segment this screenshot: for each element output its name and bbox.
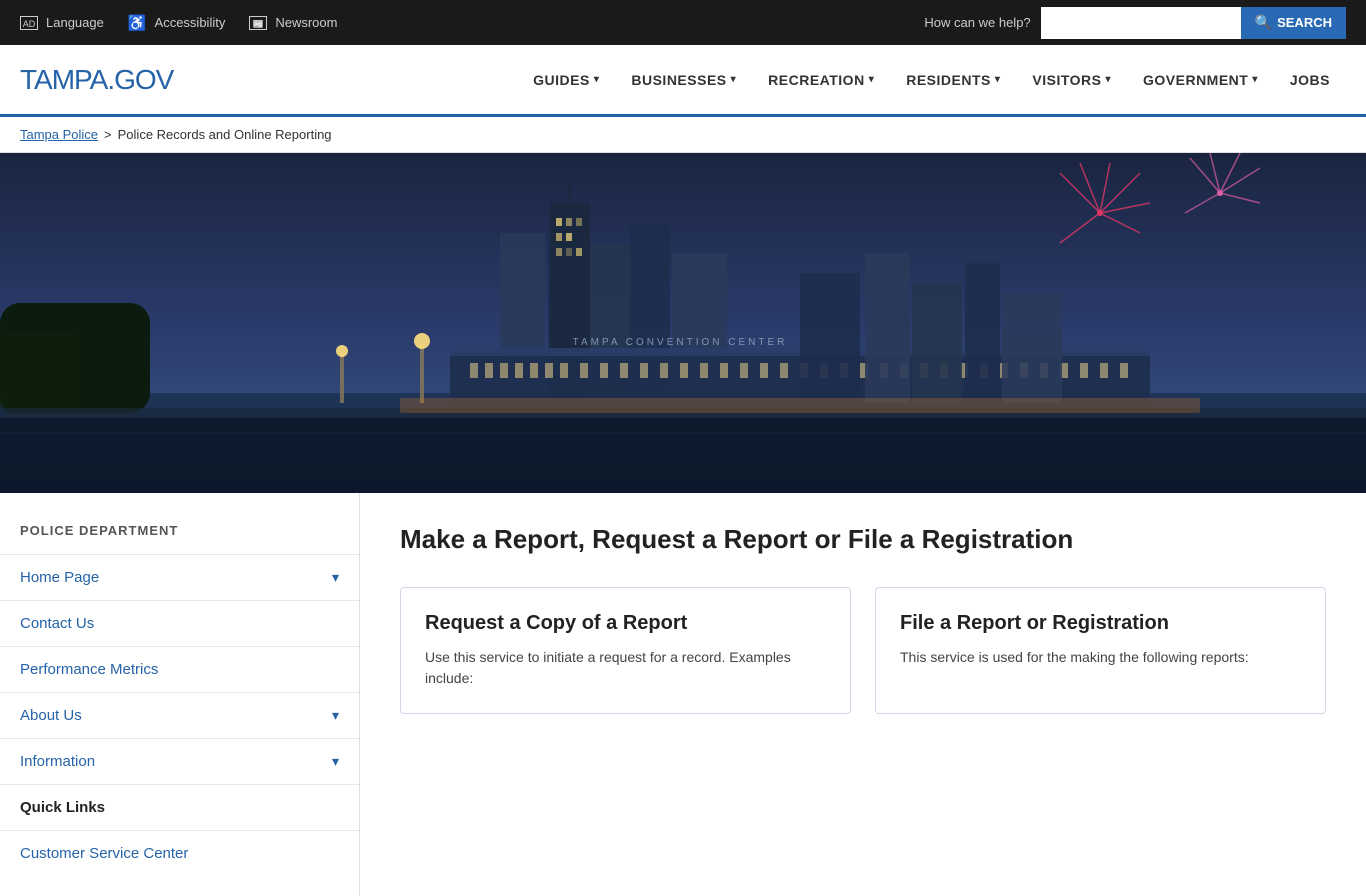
- logo-sub: .GOV: [107, 64, 173, 95]
- top-search-button[interactable]: 🔍 SEARCH: [1241, 7, 1346, 39]
- nav-recreation-label: RECREATION: [768, 72, 865, 88]
- cards-row: Request a Copy of a Report Use this serv…: [400, 587, 1326, 714]
- sidebar-item-aboutus[interactable]: About Us ▾: [0, 692, 359, 738]
- card-request-copy-title: Request a Copy of a Report: [425, 612, 826, 635]
- language-link[interactable]: AD Language: [20, 15, 104, 30]
- nav-jobs[interactable]: JOBS: [1274, 44, 1346, 116]
- page-title: Make a Report, Request a Report or File …: [400, 523, 1326, 557]
- newsroom-label: Newsroom: [275, 15, 337, 30]
- card-request-copy-text: Use this service to initiate a request f…: [425, 647, 826, 689]
- recreation-caret-icon: ▾: [869, 74, 875, 85]
- residents-caret-icon: ▾: [995, 74, 1001, 85]
- sidebar-title: POLICE DEPARTMENT: [0, 513, 359, 554]
- aboutus-caret-icon: ▾: [332, 707, 339, 724]
- search-icon: 🔍: [1255, 14, 1272, 31]
- businesses-caret-icon: ▾: [731, 74, 737, 85]
- sidebar-item-information-label: Information: [20, 753, 95, 770]
- sidebar-item-quicklinks-label: Quick Links: [20, 799, 105, 816]
- search-prompt-label: How can we help?: [924, 15, 1030, 30]
- top-bar-right: How can we help? 🔍 SEARCH: [924, 7, 1346, 39]
- newsroom-link[interactable]: 📰 Newsroom: [249, 15, 337, 30]
- breadcrumb: Tampa Police > Police Records and Online…: [0, 117, 1366, 153]
- breadcrumb-parent[interactable]: Tampa Police: [20, 127, 98, 142]
- sidebar-item-quicklinks[interactable]: Quick Links: [0, 784, 359, 830]
- main-content: Make a Report, Request a Report or File …: [360, 493, 1366, 896]
- nav-recreation[interactable]: RECREATION ▾: [752, 44, 890, 116]
- nav-visitors-label: VISITORS: [1032, 72, 1101, 88]
- accessibility-label: Accessibility: [155, 15, 226, 30]
- sidebar-item-information[interactable]: Information ▾: [0, 738, 359, 784]
- nav-guides[interactable]: GUIDES ▾: [517, 44, 615, 116]
- nav-residents-label: RESIDENTS: [906, 72, 991, 88]
- information-caret-icon: ▾: [332, 753, 339, 770]
- sidebar-item-homepage-label: Home Page: [20, 569, 99, 586]
- card-file-report: File a Report or Registration This servi…: [875, 587, 1326, 714]
- language-label: Language: [46, 15, 104, 30]
- visitors-caret-icon: ▾: [1105, 74, 1111, 85]
- sidebar-item-homepage[interactable]: Home Page ▾: [0, 554, 359, 600]
- homepage-caret-icon: ▾: [332, 569, 339, 586]
- nav-jobs-label: JOBS: [1290, 72, 1330, 88]
- nav-guides-label: GUIDES: [533, 72, 590, 88]
- sidebar-item-contactus[interactable]: Contact Us: [0, 600, 359, 646]
- content-area: POLICE DEPARTMENT Home Page ▾ Contact Us…: [0, 493, 1366, 896]
- top-search-input[interactable]: [1041, 7, 1241, 39]
- search-button-label: SEARCH: [1277, 15, 1332, 30]
- card-file-report-text: This service is used for the making the …: [900, 647, 1301, 668]
- nav-bar: TAMPA.GOV GUIDES ▾ BUSINESSES ▾ RECREATI…: [0, 45, 1366, 117]
- sidebar-item-customerservice[interactable]: Customer Service Center: [0, 830, 359, 876]
- accessibility-link[interactable]: ♿ Accessibility: [128, 14, 225, 32]
- sidebar: POLICE DEPARTMENT Home Page ▾ Contact Us…: [0, 493, 360, 896]
- sidebar-item-customerservice-label: Customer Service Center: [20, 845, 188, 862]
- sidebar-item-aboutus-label: About Us: [20, 707, 82, 724]
- sidebar-item-performance[interactable]: Performance Metrics: [0, 646, 359, 692]
- government-caret-icon: ▾: [1252, 74, 1258, 85]
- sidebar-item-contactus-label: Contact Us: [20, 615, 94, 632]
- card-file-report-title: File a Report or Registration: [900, 612, 1301, 635]
- nav-residents[interactable]: RESIDENTS ▾: [890, 44, 1016, 116]
- nav-government[interactable]: GOVERNMENT ▾: [1127, 44, 1274, 116]
- hero-image: TAMPA CONVENTION CENTER: [0, 153, 1366, 493]
- accessibility-icon: ♿: [128, 14, 147, 32]
- breadcrumb-current: Police Records and Online Reporting: [118, 127, 332, 142]
- svg-text:TAMPA CONVENTION CENTER: TAMPA CONVENTION CENTER: [573, 337, 788, 348]
- top-bar: AD Language ♿ Accessibility 📰 Newsroom H…: [0, 0, 1366, 45]
- language-icon: AD: [20, 16, 38, 30]
- top-bar-left: AD Language ♿ Accessibility 📰 Newsroom: [20, 14, 337, 32]
- newsroom-icon: 📰: [249, 16, 267, 30]
- nav-businesses[interactable]: BUSINESSES ▾: [615, 44, 752, 116]
- nav-businesses-label: BUSINESSES: [631, 72, 726, 88]
- main-nav: GUIDES ▾ BUSINESSES ▾ RECREATION ▾ RESID…: [213, 44, 1346, 116]
- guides-caret-icon: ▾: [594, 74, 600, 85]
- site-logo[interactable]: TAMPA.GOV: [20, 64, 173, 96]
- card-request-copy: Request a Copy of a Report Use this serv…: [400, 587, 851, 714]
- nav-visitors[interactable]: VISITORS ▾: [1016, 44, 1127, 116]
- nav-government-label: GOVERNMENT: [1143, 72, 1248, 88]
- top-search-box: 🔍 SEARCH: [1041, 7, 1346, 39]
- sidebar-item-performance-label: Performance Metrics: [20, 661, 158, 678]
- breadcrumb-separator: >: [104, 127, 112, 142]
- logo-main: TAMPA: [20, 64, 107, 95]
